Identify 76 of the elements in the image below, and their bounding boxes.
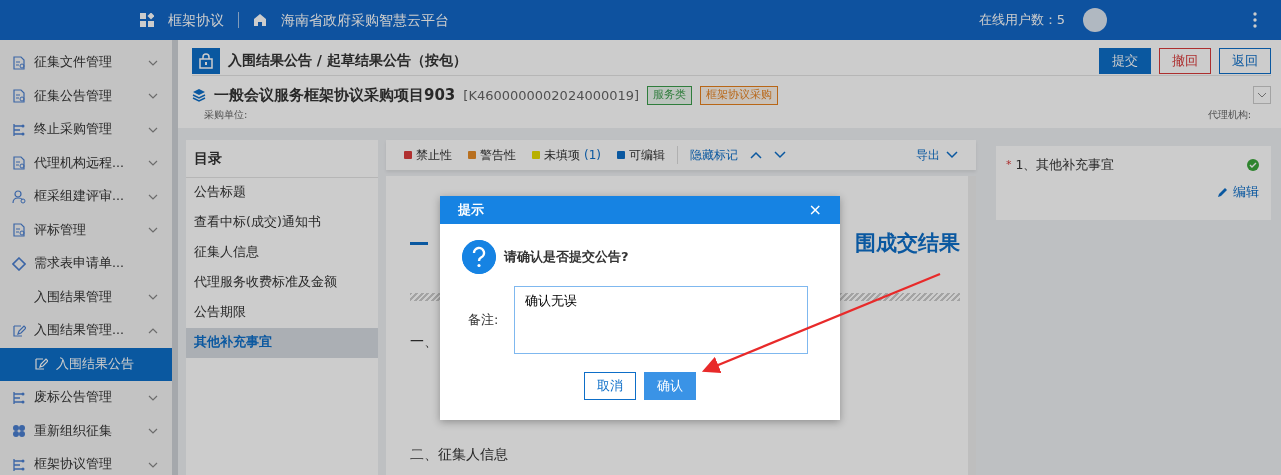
flow-icon [12,457,26,472]
question-icon [462,240,496,274]
sidebar-item[interactable]: 重新组织征集 [0,414,172,448]
home-icon [253,13,267,27]
chevron-down-icon[interactable] [1253,86,1271,105]
dialog-button[interactable]: 取消 [584,372,636,400]
down-icon[interactable] [774,150,786,159]
action-button[interactable]: 返回 [1219,47,1271,74]
outline-item: 1、其他补充事宜 [1015,155,1115,174]
legend-label: 可编辑 [629,146,665,164]
flow-icon [12,390,26,405]
lock-icon [192,47,220,74]
field-label: 代理机构: [1207,107,1252,122]
sidebar-item[interactable]: 征集文件管理 [0,46,172,80]
legend-label: 未填项 [544,146,580,164]
action-button[interactable]: 提交 [1099,47,1151,74]
remark-field[interactable]: 确认无误 [514,286,809,354]
action-button[interactable]: 撤回 [1159,47,1211,74]
chevron-down-icon [946,150,958,159]
platform-title[interactable]: 海南省政府采购智慧云平台 [281,9,449,31]
layers-icon [192,88,206,103]
sidebar-item[interactable]: 评标管理 [0,213,172,247]
toc-item[interactable]: 征集人信息 [186,237,378,268]
document-icon [12,156,26,171]
sidebar-item[interactable]: 入围结果公告 [0,347,172,381]
project-code: [K4600000002024000019] [463,86,640,105]
required-mark: * [1006,156,1012,173]
document-icon [12,89,26,104]
toc-title: 目录 [186,139,378,178]
document-title: 围成交结果 [855,229,960,257]
sidebar-item[interactable]: 框架协议管理 [0,448,172,475]
export-menu[interactable]: 导出 [916,145,958,164]
section-heading: 一、 [410,332,439,351]
category-tag: 服务类 [647,86,693,105]
toc-item[interactable]: 代理服务收费标准及金额 [186,267,378,298]
up-icon[interactable] [750,150,762,159]
sidebar-item[interactable]: 入围结果管理 [0,280,172,314]
grid-icon [140,13,154,27]
page-title: 入围结果公告 / 起草结果公告（按包） [228,51,467,70]
sidebar-item[interactable]: 需求表申请单... [0,247,172,281]
sidebar-item[interactable]: 代理机构远程... [0,146,172,180]
sidebar-item[interactable]: 征集公告管理 [0,79,172,113]
flow-icon [12,122,26,137]
toc-item[interactable]: 公告期限 [186,297,378,328]
diamond-icon [12,256,26,271]
more-icon[interactable] [1253,12,1257,28]
module-title[interactable]: 框架协议 [168,9,224,31]
close-button[interactable]: × [808,198,822,222]
sidebar-item[interactable]: 废标公告管理 [0,381,172,415]
dialog-title: 提示 [458,201,484,220]
legend-label: 警告性 [480,146,516,164]
legend-count: (1) [584,146,601,164]
section-heading: 二、征集人信息 [410,445,509,464]
dots-icon [12,424,26,439]
toc-item[interactable]: 查看中标(成交)通知书 [186,207,378,238]
document-icon [12,223,26,238]
online-users: 在线用户数：5 [978,11,1065,30]
project-name: 一般会议服务框架协议采购项目903 [214,85,456,106]
sidebar-item[interactable]: 终止采购管理 [0,113,172,147]
sidebar-item[interactable]: 框采组建评审... [0,180,172,214]
toc-item[interactable]: 公告标题 [186,177,378,208]
remark-label: 备注: [468,311,499,330]
edit-icon [12,323,26,338]
sidebar-item[interactable]: 入围结果管理... [0,314,172,348]
avatar[interactable] [1083,8,1107,32]
title-bar [410,241,428,245]
legend-label: 禁止性 [416,146,452,164]
document-icon [12,55,26,70]
category-tag: 框架协议采购 [700,86,779,105]
edit-link[interactable]: 编辑 [1217,182,1259,202]
hide-marks-link[interactable]: 隐藏标记 [690,145,738,164]
person-icon [12,189,26,204]
dialog-message: 请确认是否提交公告? [504,248,629,267]
field-label: 采购单位: [204,107,248,122]
pencil-icon [1217,186,1229,198]
edit-icon [34,357,48,372]
